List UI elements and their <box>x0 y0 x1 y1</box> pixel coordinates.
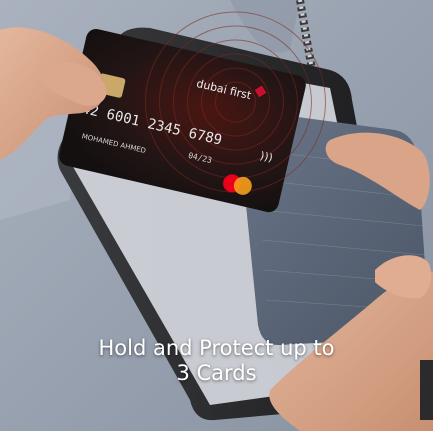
caption-line-2: 3 Cards <box>176 361 257 385</box>
caption: Hold and Protect up to 3 Cards <box>0 336 433 386</box>
product-photo-frame: dubai first 42 6001 2345 6789 04/23 MOHA… <box>0 0 433 431</box>
caption-line-1: Hold and Protect up to <box>98 336 335 360</box>
